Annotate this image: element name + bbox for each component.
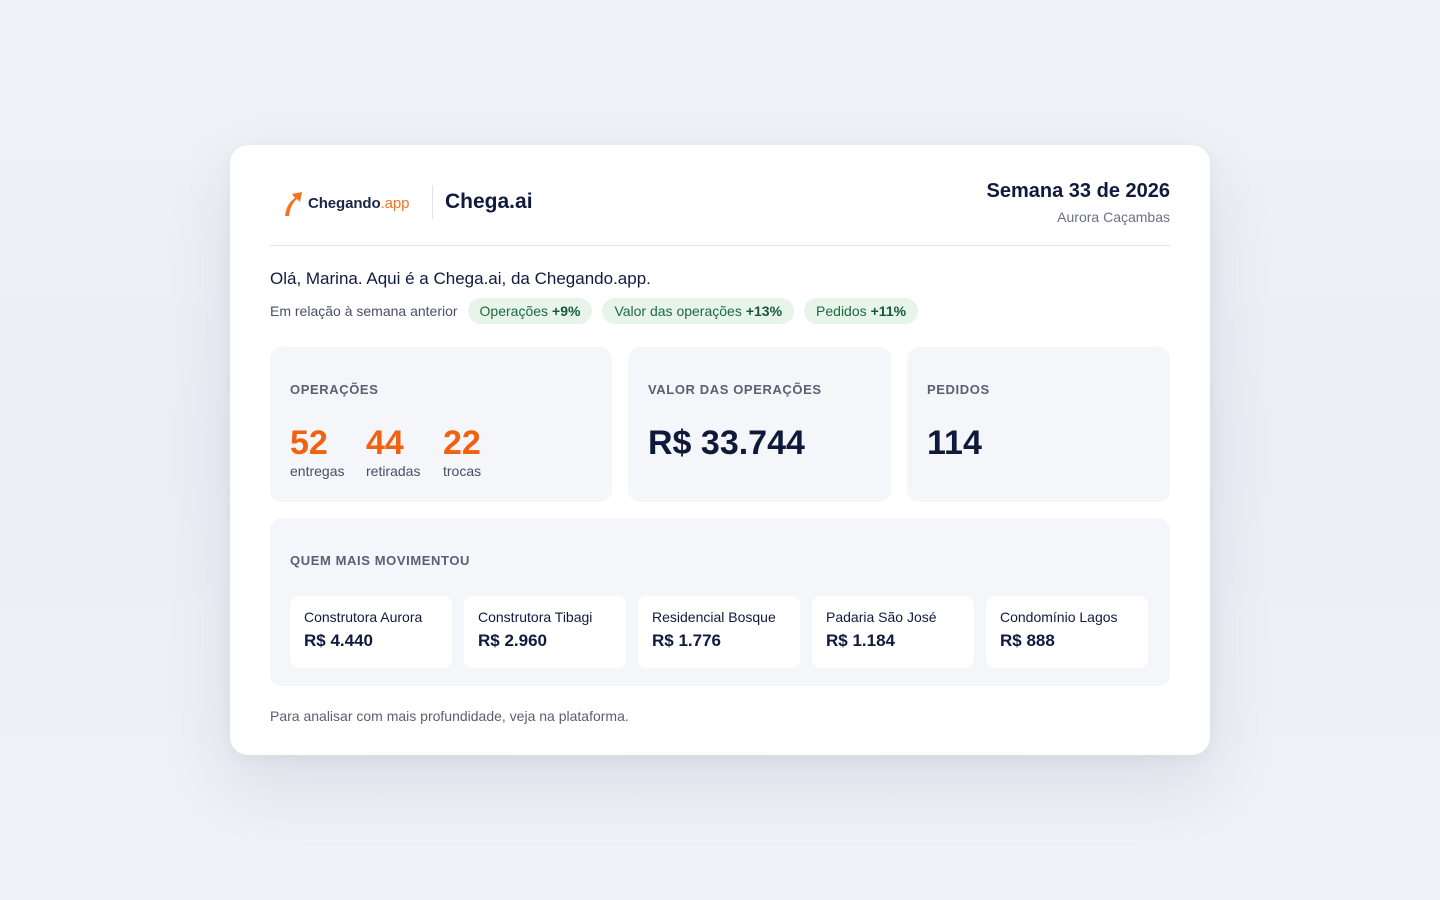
delta-badge-orders: Pedidos +11% [804,298,919,324]
footer-note: Para analisar com mais profundidade, vej… [270,708,629,724]
top-clients-panel: QUEM MAIS MOVIMENTOU Construtora Aurora … [270,518,1170,686]
value-title: VALOR DAS OPERAÇÕES [648,382,822,397]
logo-wordmark: Chegando.app [308,194,410,212]
client-card: Construtora Aurora R$ 4.440 [290,596,452,668]
stat-deliveries: 52 entregas [290,423,344,479]
stat-pickups: 44 retiradas [366,423,420,479]
greeting-text: Olá, Marina. Aqui é a Chega.ai, da Chega… [270,269,651,288]
stat-label: entregas [290,463,345,479]
operations-title: OPERAÇÕES [290,382,379,397]
operations-panel: OPERAÇÕES 52 entregas 44 retiradas 22 tr… [270,347,612,502]
client-name: Construtora Aurora [304,609,423,625]
client-value: R$ 2.960 [478,631,547,650]
comparison-row: Em relação à semana anterior Operações +9… [270,298,928,324]
stat-swaps: 22 trocas [443,423,481,479]
stat-value: 52 [290,424,328,462]
client-name: Padaria São José [826,609,937,625]
stat-label: retiradas [366,463,421,479]
report-header: Chegando.app Chega.ai Semana 33 de 2026 … [270,145,1170,246]
client-name: Construtora Tibagi [478,609,593,625]
top-clients-title: QUEM MAIS MOVIMENTOU [290,553,471,568]
arrow-up-right-icon [285,192,302,216]
client-card: Residencial Bosque R$ 1.776 [638,596,800,668]
stat-value: 22 [443,424,481,462]
client-value: R$ 888 [1000,631,1055,650]
product-name: Chega.ai [445,190,533,213]
client-card: Padaria São José R$ 1.184 [812,596,974,668]
client-name: Residencial Bosque [652,609,776,625]
client-card: Condomínio Lagos R$ 888 [986,596,1148,668]
brand-divider [432,185,433,219]
delta-badge-operations: Operações +9% [467,298,593,324]
client-name: Condomínio Lagos [1000,609,1118,625]
value-panel: VALOR DAS OPERAÇÕES R$ 33.744 [628,347,891,502]
company-name: Aurora Caçambas [1057,209,1170,225]
weekly-report-card: Chegando.app Chega.ai Semana 33 de 2026 … [230,145,1210,755]
stat-value: 44 [366,424,404,462]
comparison-label: Em relação à semana anterior [270,303,458,319]
report-week: Semana 33 de 2026 [986,180,1170,202]
stat-label: trocas [443,463,482,479]
client-value: R$ 1.776 [652,631,721,650]
orders-panel: PEDIDOS 114 [907,347,1170,502]
delta-badge-value: Valor das operações +13% [602,298,795,324]
client-value: R$ 4.440 [304,631,373,650]
chegando-logo: Chegando.app [282,189,409,217]
client-card: Construtora Tibagi R$ 2.960 [464,596,626,668]
top-clients-list: Construtora Aurora R$ 4.440 Construtora … [290,596,1150,668]
orders-count: 114 [927,424,982,462]
orders-title: PEDIDOS [927,382,990,397]
value-amount: R$ 33.744 [648,424,805,462]
client-value: R$ 1.184 [826,631,895,650]
